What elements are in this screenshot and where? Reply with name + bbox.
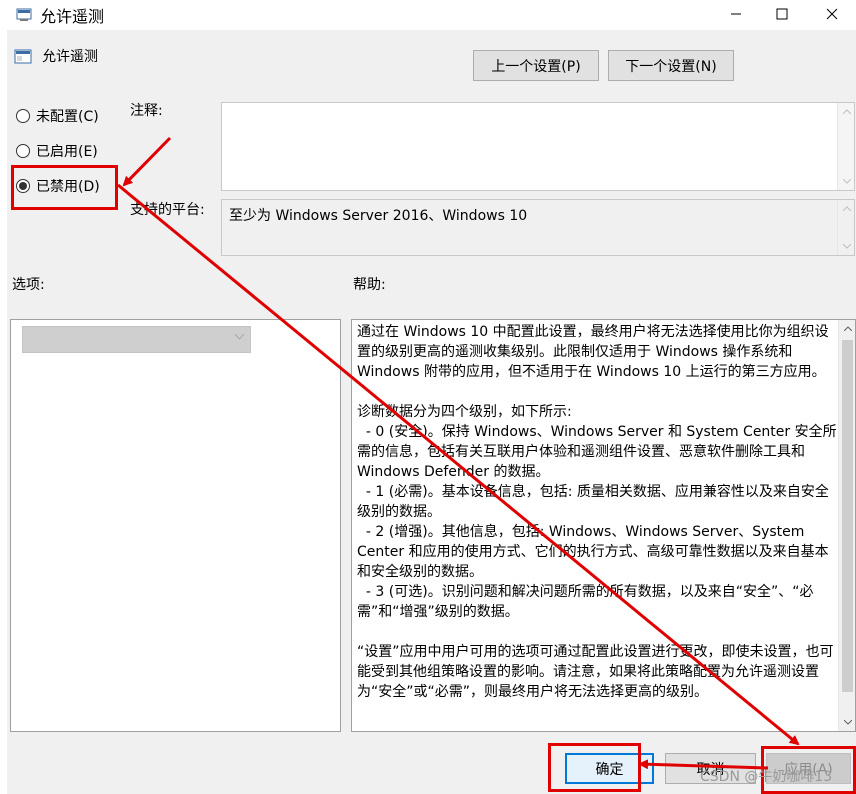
chevron-up-icon[interactable] (839, 320, 856, 337)
options-label: 选项: (12, 277, 45, 293)
maximize-icon (776, 8, 788, 20)
scroll-thumb[interactable] (842, 340, 853, 692)
radio-label: 未配置(C) (36, 109, 99, 125)
chevron-down-icon (235, 334, 244, 340)
minimize-icon (731, 13, 741, 15)
arrow-to-disabled (122, 136, 172, 187)
help-label: 帮助: (353, 277, 386, 293)
options-pane (10, 319, 341, 732)
platform-label: 支持的平台: (130, 202, 205, 218)
platform-value: 至少为 Windows Server 2016、Windows 10 (229, 208, 528, 224)
comment-scrollbar[interactable] (837, 103, 854, 190)
help-pane: 通过在 Windows 10 中配置此设置，最终用户将无法选择使用比你为组织设置… (351, 319, 856, 732)
radio-label: 已启用(E) (36, 144, 98, 160)
help-scrollbar[interactable] (838, 320, 855, 731)
comment-label: 注释: (130, 103, 163, 119)
policy-icon (16, 8, 32, 21)
chevron-up-icon[interactable] (838, 103, 855, 120)
background-window-edge (0, 0, 7, 794)
radio-circle[interactable] (16, 109, 30, 123)
radio-enabled[interactable]: 已启用(E) (16, 141, 98, 161)
close-button[interactable] (807, 0, 856, 28)
chevron-up-icon[interactable] (838, 200, 855, 217)
window-title: 允许遥测 (40, 7, 105, 26)
setting-title: 允许遥测 (42, 49, 98, 65)
comment-textarea[interactable] (221, 102, 855, 191)
title-bar: 允许遥测 (7, 0, 856, 30)
minimize-button[interactable] (711, 0, 761, 28)
platform-scrollbar[interactable] (837, 200, 854, 255)
close-icon (826, 8, 838, 20)
radio-circle[interactable] (16, 144, 30, 158)
help-text: 通过在 Windows 10 中配置此设置，最终用户将无法选择使用比你为组织设置… (357, 324, 837, 700)
watermark: CSDN @牛奶咖啡13 (700, 769, 833, 785)
annotation-box-disabled (11, 165, 118, 210)
maximize-button[interactable] (757, 0, 807, 28)
annotation-box-ok (548, 743, 641, 792)
chevron-down-icon[interactable] (839, 714, 856, 731)
previous-setting-button[interactable]: 上一个设置(P) (473, 50, 599, 81)
chevron-down-icon[interactable] (838, 238, 855, 255)
chevron-down-icon[interactable] (838, 173, 855, 190)
next-setting-button[interactable]: 下一个设置(N) (608, 50, 734, 81)
platform-field: 至少为 Windows Server 2016、Windows 10 (221, 199, 855, 256)
policy-icon (14, 49, 32, 64)
radio-not-configured[interactable]: 未配置(C) (16, 106, 99, 126)
options-dropdown (22, 326, 251, 353)
